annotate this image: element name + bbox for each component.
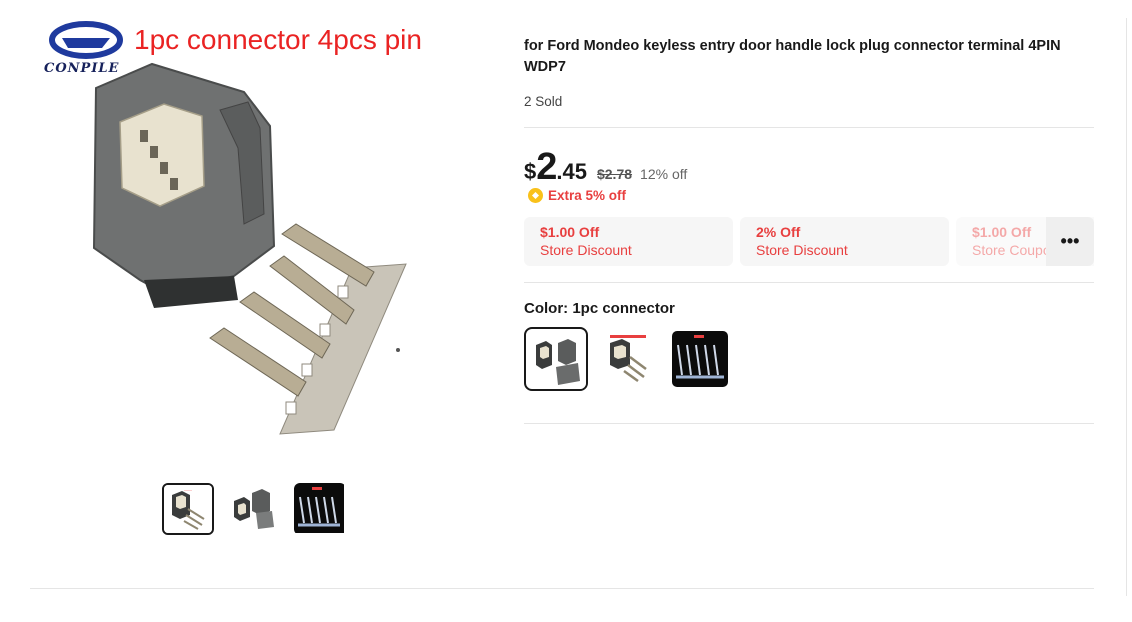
extra-discount: Extra 5% off	[528, 188, 626, 203]
thumbnail-3[interactable]	[294, 483, 346, 535]
price-decimal: .45	[556, 159, 587, 184]
bottom-divider	[30, 588, 1094, 589]
color-label-text: Color:	[524, 300, 573, 317]
color-value: 1pc connector	[572, 300, 675, 317]
original-price: $2.78	[596, 166, 633, 182]
color-label: Color: 1pc connector	[524, 300, 675, 317]
product-title: for Ford Mondeo keyless entry door handl…	[524, 38, 1061, 75]
coupon-row: $1.00 Off Store Discount 2% Off Store Di…	[524, 217, 1094, 266]
more-coupons-button[interactable]: •••	[1046, 217, 1094, 266]
main-product-image[interactable]: CONPILE 1pc connector 4pcs pin	[34, 18, 499, 450]
thumbnail-1[interactable]: ——	[162, 483, 214, 535]
coupon-title: 2% Off	[756, 224, 801, 240]
thumbnail-2[interactable]	[228, 483, 280, 535]
swatch-3[interactable]	[668, 327, 732, 391]
divider	[524, 282, 1094, 283]
image-caption: 1pc connector 4pcs pin	[134, 24, 422, 55]
divider	[524, 423, 1094, 424]
swatch-2[interactable]	[596, 327, 660, 391]
brand-text: CONPILE	[44, 61, 120, 76]
coupon-2[interactable]: 2% Off Store Discount	[740, 217, 949, 266]
sold-count: 2 Sold	[524, 94, 563, 109]
coin-icon	[528, 188, 543, 203]
more-dots-icon: •••	[1060, 231, 1080, 251]
divider	[524, 127, 1094, 128]
coupon-title: $1.00 Off	[540, 224, 600, 240]
coupon-subtitle: Store Discount	[540, 242, 632, 258]
price-currency: $	[524, 159, 537, 184]
svg-text:——: ——	[184, 487, 192, 492]
swatch-1pc-connector[interactable]	[524, 327, 588, 391]
price-integer: 2	[536, 146, 557, 188]
discount-percent: 12% off	[640, 166, 688, 182]
extra-discount-label: Extra 5% off	[548, 188, 627, 203]
coupon-subtitle: Store Discount	[756, 242, 848, 258]
price-block: $ 2 .45 $2.78 12% off	[524, 146, 687, 189]
coupon-1[interactable]: $1.00 Off Store Discount	[524, 217, 733, 266]
right-panel-edge	[1126, 18, 1127, 596]
